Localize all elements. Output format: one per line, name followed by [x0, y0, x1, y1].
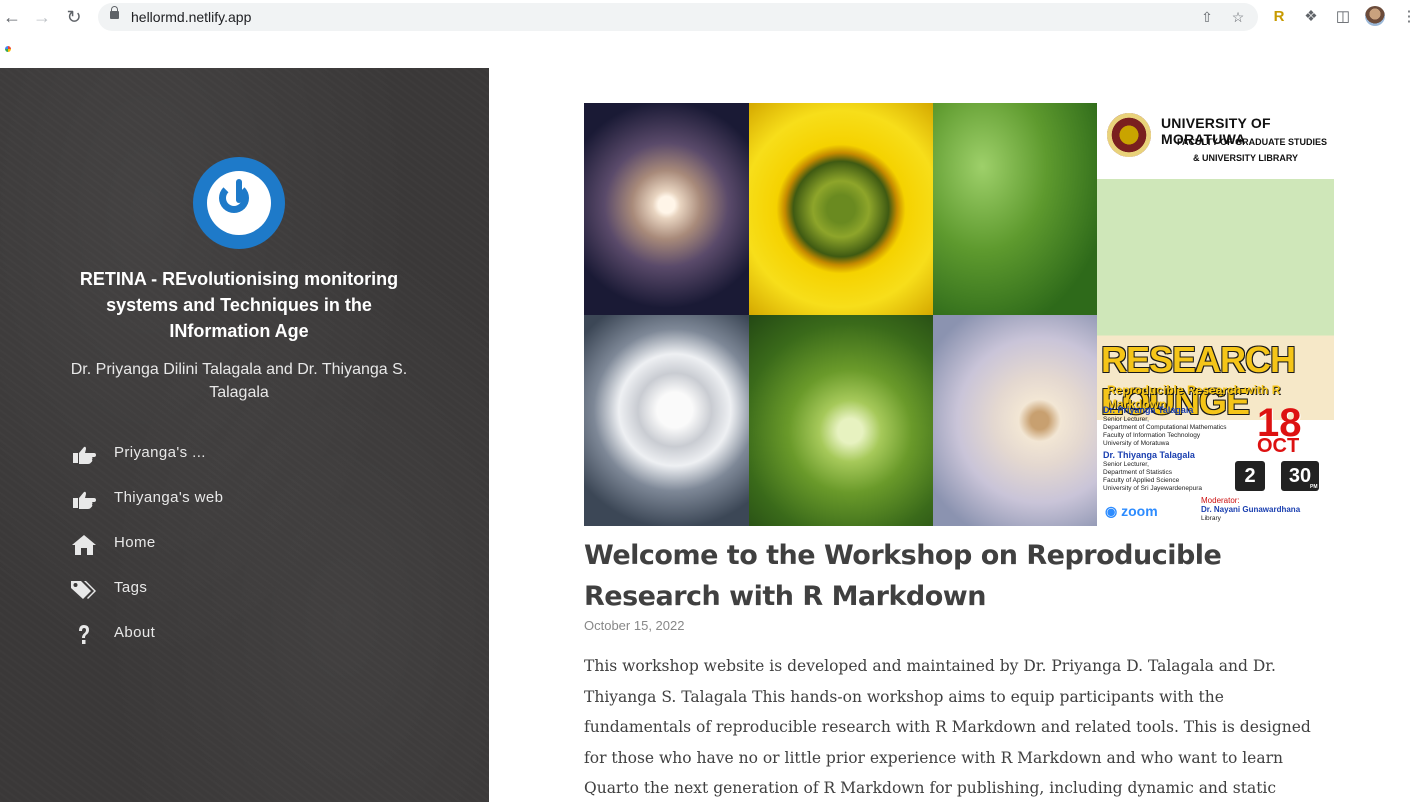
sidebar-menu: Priyanga's ... Thiyanga's web Home Tags — [70, 440, 370, 665]
hand-pointing-icon — [73, 491, 96, 509]
address-bar[interactable]: hellormd.netlify.app ⇧ ☆ — [98, 3, 1258, 31]
reload-icon[interactable]: ↻ — [63, 6, 85, 28]
poster-speaker1-line: Senior Lecturer, — [1103, 416, 1149, 423]
browser-toolbar: ← → ↻ hellormd.netlify.app ⇧ ☆ R ❖ ◫ ⋮ — [0, 0, 1427, 69]
zoom-logo: ◉ zoom — [1105, 503, 1158, 519]
hurricane-image — [584, 315, 749, 526]
poster-speaker1-name: Dr. Priyanga Talagala — [1103, 405, 1194, 415]
sunflower-image — [749, 103, 933, 315]
aloe-spiral-image — [749, 315, 933, 526]
menu-item-about[interactable]: About — [70, 620, 370, 665]
post-banner-image: UNIVERSITY OF MORATUWA FACULTY OF GRADUA… — [584, 103, 1334, 526]
poster-platform: zoom — [1121, 503, 1158, 519]
forward-icon[interactable]: → — [31, 6, 53, 28]
google-bookmark-icon[interactable] — [5, 46, 11, 52]
menu-item-tags[interactable]: Tags — [70, 575, 370, 620]
leaves-image — [933, 103, 1097, 315]
url-text[interactable]: hellormd.netlify.app — [131, 9, 251, 25]
menu-label: Thiyanga's web — [114, 489, 224, 506]
poster-speaker2-line: Department of Statistics — [1103, 469, 1172, 476]
poster-speaker1-line: University of Moratuwa — [1103, 440, 1170, 447]
menu-label: Tags — [114, 579, 148, 596]
side-panel-icon[interactable]: ◫ — [1332, 6, 1354, 28]
post-title[interactable]: Welcome to the Workshop on Reproducible … — [584, 535, 1344, 617]
poster-speaker1-line: Faculty of Information Technology — [1103, 432, 1201, 439]
share-icon[interactable]: ⇧ — [1198, 8, 1216, 26]
poster-time-period: PM — [1310, 484, 1318, 490]
menu-label: Priyanga's ... — [114, 444, 206, 461]
poster-time-hour: 2 — [1235, 461, 1265, 491]
poster-moderator-label: Moderator: — [1201, 496, 1240, 505]
sidebar: RETINA - REvolutionising monitoring syst… — [0, 68, 489, 802]
poster-speaker2-line: University of Sri Jayewardenepura — [1103, 485, 1202, 492]
profile-avatar[interactable] — [1365, 6, 1385, 26]
main-content: UNIVERSITY OF MORATUWA FACULTY OF GRADUA… — [489, 68, 1427, 802]
poster-speaker1-line: Department of Computational Mathematics — [1103, 424, 1227, 431]
menu-item-home[interactable]: Home — [70, 530, 370, 575]
more-menu-icon[interactable]: ⋮ — [1398, 6, 1420, 28]
back-icon[interactable]: ← — [1, 6, 23, 28]
poster-speaker2-name: Dr. Thiyanga Talagala — [1103, 450, 1195, 460]
university-seal-icon — [1107, 113, 1151, 157]
site-authors: Dr. Priyanga Dilini Talagala and Dr. Thi… — [70, 361, 408, 401]
tags-icon — [71, 581, 96, 599]
menu-item-thiyanga[interactable]: Thiyanga's web — [70, 485, 370, 530]
poster-date-month: OCT — [1257, 435, 1300, 457]
menu-label: About — [114, 624, 156, 641]
bookmark-star-icon[interactable]: ☆ — [1229, 8, 1247, 26]
post-body: This workshop website is developed and m… — [584, 657, 1311, 797]
poster-speaker2-line: Senior Lecturer, — [1103, 461, 1149, 468]
poster-speaker2-line: Faculty of Applied Science — [1103, 477, 1180, 484]
poster-moderator-name: Dr. Nayani Gunawardhana — [1201, 505, 1301, 514]
extensions-puzzle-icon[interactable]: ❖ — [1300, 6, 1322, 28]
post-date: October 15, 2022 — [584, 618, 685, 633]
power-icon — [207, 171, 271, 235]
home-icon — [72, 535, 96, 555]
question-icon — [79, 625, 89, 644]
hand-pointing-icon — [73, 446, 96, 464]
extension-r-icon[interactable]: R — [1268, 6, 1290, 28]
nautilus-shell-image — [933, 315, 1097, 526]
poster-library: & UNIVERSITY LIBRARY — [1193, 153, 1299, 163]
menu-item-priyanga[interactable]: Priyanga's ... — [70, 440, 370, 485]
lock-icon — [110, 6, 119, 19]
poster-faculty: FACULTY OF GRADUATE STUDIES — [1177, 137, 1328, 147]
poster-date: 18 OCT — [1257, 403, 1302, 457]
research-lounge-poster: UNIVERSITY OF MORATUWA FACULTY OF GRADUA… — [1097, 103, 1334, 526]
galaxy-image — [584, 103, 749, 315]
site-title: RETINA - REvolutionising monitoring syst… — [79, 269, 399, 341]
site-logo[interactable] — [193, 157, 285, 249]
menu-label: Home — [114, 534, 156, 551]
poster-moderator-dept: Library — [1201, 515, 1221, 522]
